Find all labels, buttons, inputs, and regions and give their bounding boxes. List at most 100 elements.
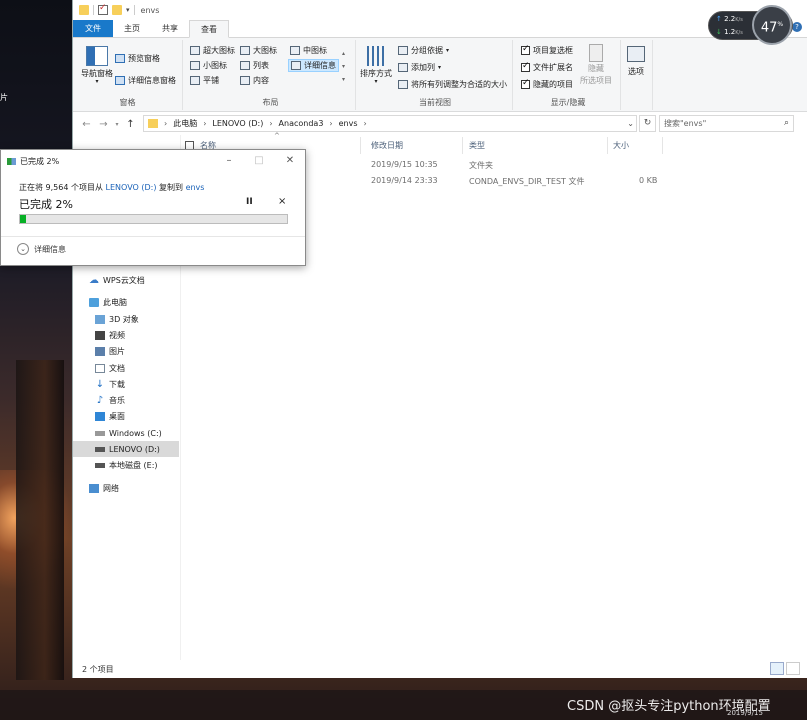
layout-content[interactable]: 内容 <box>240 75 269 86</box>
source-link[interactable]: LENOVO (D:) <box>106 183 157 192</box>
nav-item-network[interactable]: 网络 <box>73 480 179 496</box>
ribbon-group-pane: 导航窗格 ▾ 预览窗格 详细信息窗格 窗格 <box>73 40 183 110</box>
layout-list[interactable]: 列表 <box>240 60 269 71</box>
breadcrumb-anaconda3[interactable]: Anaconda3 <box>279 119 324 128</box>
hide-selected-button[interactable]: 隐藏 所选项目 <box>580 44 612 86</box>
details-pane-button[interactable]: 详细信息窗格 <box>115 75 176 86</box>
breadcrumb-envs[interactable]: envs <box>339 119 358 128</box>
layout-m-icons[interactable]: 中图标 <box>290 45 327 56</box>
breadcrumb-this-pc[interactable]: 此电脑 <box>173 118 197 129</box>
cpu-gauge[interactable]: 47% <box>752 5 792 45</box>
nav-item-wps-cloud[interactable]: ☁ WPS云文档 <box>73 272 179 288</box>
hidden-items-toggle[interactable]: 隐藏的项目 <box>521 78 573 90</box>
refresh-icon[interactable]: ↻ <box>639 115 656 132</box>
progress-fill <box>20 215 26 223</box>
fit-columns-button[interactable]: 将所有列调整为合适的大小 <box>398 79 507 90</box>
tab-home[interactable]: 主页 <box>113 20 151 37</box>
percent-complete: 已完成 2% <box>19 198 73 211</box>
more-details-button[interactable]: ⌄ 详细信息 <box>17 243 66 255</box>
nav-item-drive-e[interactable]: 本地磁盘 (E:) <box>73 457 179 473</box>
nav-item-documents[interactable]: 文档 <box>73 360 179 376</box>
customize-toolbar-icon[interactable]: ▾ <box>126 6 130 14</box>
chevron-right-icon[interactable]: › <box>329 119 332 128</box>
details-view-icon[interactable] <box>770 662 784 675</box>
download-value: 1.2 <box>724 28 736 36</box>
fit-columns-icon <box>398 80 408 89</box>
sort-by-button[interactable]: 排序方式 ▾ <box>360 46 392 85</box>
network-icon <box>89 483 99 493</box>
add-column-button[interactable]: 添加列 ▾ <box>398 62 441 73</box>
upload-speed: ↑ 2.2K/s <box>716 15 743 23</box>
nav-item-downloads[interactable]: ↓ 下载 <box>73 376 179 392</box>
layout-tiles[interactable]: 平铺 <box>190 75 219 86</box>
status-bar: 2 个项目 <box>73 660 807 678</box>
checkbox-checked[interactable] <box>521 44 530 55</box>
nav-item-desktop[interactable]: 桌面 <box>73 408 179 424</box>
layout-scroll[interactable]: ▴ ▾ ▾ <box>342 50 345 83</box>
layout-l-icons[interactable]: 大图标 <box>240 45 277 56</box>
checkbox-checked[interactable] <box>521 61 530 72</box>
pause-button[interactable]: II <box>246 197 253 207</box>
copy-description: 正在将 9,564 个项目从 LENOVO (D:) 复制到 envs <box>19 182 204 193</box>
back-arrow-icon[interactable]: ← <box>78 119 95 130</box>
up-arrow-icon[interactable]: ↑ <box>122 119 139 130</box>
hidden-items-label: 隐藏的项目 <box>533 80 573 89</box>
column-header-size[interactable]: 大小 <box>609 137 663 154</box>
recent-locations-icon[interactable]: ▾ <box>112 121 122 128</box>
cancel-button[interactable]: × <box>278 196 286 207</box>
group-by-button[interactable]: 分组依据 ▾ <box>398 45 449 56</box>
nav-pane-button[interactable]: 导航窗格 ▾ <box>81 46 113 85</box>
item-checkboxes-toggle[interactable]: 项目复选框 <box>521 44 573 56</box>
column-header-date[interactable]: 修改日期 <box>367 137 463 154</box>
large-icons-icon <box>240 46 250 55</box>
help-icon[interactable]: ? <box>792 22 802 32</box>
hide-selected-icon <box>589 44 603 62</box>
options-button[interactable]: 选项 <box>627 46 645 77</box>
cube-icon <box>95 314 105 324</box>
tab-share[interactable]: 共享 <box>151 20 189 37</box>
tab-view[interactable]: 查看 <box>189 20 229 38</box>
download-unit: K/s <box>735 30 743 36</box>
forward-arrow-icon[interactable]: → <box>95 119 112 130</box>
search-input[interactable]: 搜索"envs" ⌕ <box>659 115 794 132</box>
layout-xl-icons[interactable]: 超大图标 <box>190 45 235 56</box>
nav-item-drive-c[interactable]: Windows (C:) <box>73 425 179 441</box>
new-folder-icon[interactable] <box>112 5 122 15</box>
preview-pane-button[interactable]: 预览窗格 <box>115 53 160 64</box>
nav-item-3d-objects[interactable]: 3D 对象 <box>73 311 179 327</box>
layout-tiles-label: 平铺 <box>203 76 219 85</box>
close-icon[interactable]: ✕ <box>281 155 299 166</box>
nav-item-drive-d[interactable]: LENOVO (D:) <box>73 441 179 457</box>
chevron-right-icon[interactable]: › <box>269 119 272 128</box>
nav-item-label: 图片 <box>109 346 125 356</box>
file-extensions-toggle[interactable]: 文件扩展名 <box>521 61 573 73</box>
layout-s-icons[interactable]: 小图标 <box>190 60 227 71</box>
layout-details[interactable]: 详细信息 <box>288 59 339 72</box>
chevron-right-icon[interactable]: › <box>203 119 206 128</box>
taskbar-date[interactable]: 2019/9/15 <box>727 709 763 717</box>
divider <box>93 5 94 15</box>
address-bar[interactable]: › 此电脑 › LENOVO (D:) › Anaconda3 › envs ›… <box>143 115 637 132</box>
large-icons-view-icon[interactable] <box>786 662 800 675</box>
nav-item-videos[interactable]: 视频 <box>73 327 179 343</box>
nav-item-label: LENOVO (D:) <box>109 444 160 454</box>
column-header-type[interactable]: 类型 <box>465 137 608 154</box>
search-placeholder: 搜索"envs" <box>664 119 707 128</box>
nav-item-pictures[interactable]: 图片 <box>73 343 179 359</box>
checkbox-checked[interactable] <box>521 78 530 89</box>
tab-file[interactable]: 文件 <box>73 20 113 37</box>
desktop-icon-label[interactable]: 片 <box>0 92 8 103</box>
nav-item-music[interactable]: ♪ 音乐 <box>73 392 179 408</box>
nav-item-label: 桌面 <box>109 411 125 421</box>
chevron-right-icon[interactable]: › <box>364 119 367 128</box>
chevron-down-icon[interactable]: ⌄ <box>627 119 634 128</box>
layout-s-icons-label: 小图标 <box>203 61 227 70</box>
dialog-title: 已完成 2% <box>20 156 60 166</box>
nav-item-this-pc[interactable]: 此电脑 <box>73 294 179 310</box>
destination-link[interactable]: envs <box>186 183 205 192</box>
minimize-icon[interactable]: – <box>220 155 238 166</box>
chevron-down-icon: ⌄ <box>17 243 29 255</box>
properties-icon[interactable] <box>98 3 108 15</box>
maximize-icon[interactable]: □ <box>250 155 268 166</box>
breadcrumb-drive-d[interactable]: LENOVO (D:) <box>212 119 263 128</box>
